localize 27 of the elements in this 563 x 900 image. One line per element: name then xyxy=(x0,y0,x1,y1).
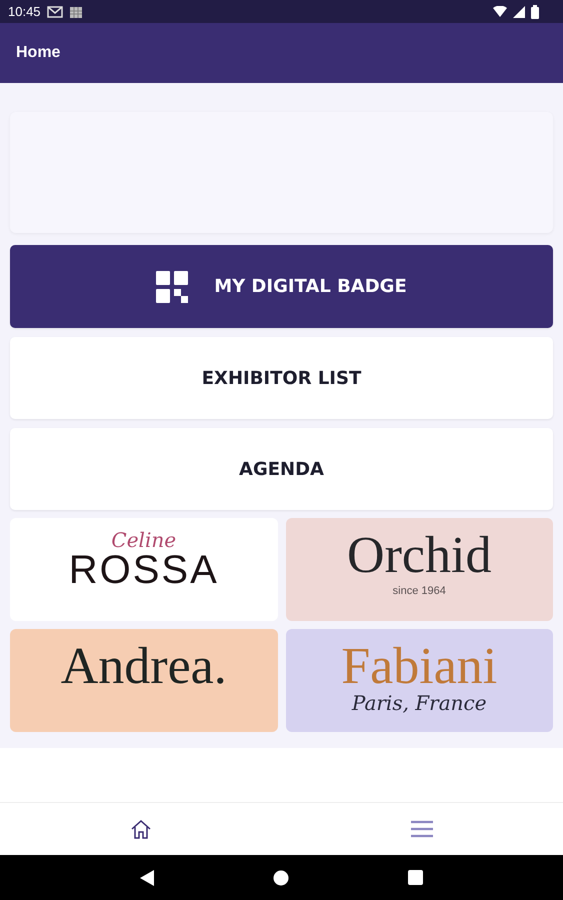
logo-text: Paris, France xyxy=(352,693,487,713)
home-button-icon[interactable] xyxy=(272,870,289,886)
logo-text: Celine xyxy=(111,530,176,550)
logo-text: ROSSA xyxy=(68,550,219,590)
menu-button[interactable]: AGENDA xyxy=(10,428,553,510)
back-icon[interactable] xyxy=(140,870,154,886)
menu-button[interactable]: MY DIGITAL BADGE xyxy=(10,245,553,328)
calendar-icon xyxy=(68,4,83,18)
menu-icon[interactable] xyxy=(410,820,434,838)
app-bar-title: Home xyxy=(16,44,60,62)
recents-icon[interactable] xyxy=(408,870,424,885)
wifi-icon xyxy=(493,6,507,18)
logo-text: since 1964 xyxy=(392,586,446,597)
menu-button[interactable]: EXHIBITOR LIST xyxy=(10,337,553,419)
sponsor-logo[interactable]: Celine ROSSA xyxy=(10,518,278,621)
clock: 10:45 xyxy=(8,4,41,19)
battery-icon xyxy=(531,4,539,18)
sponsor-logo[interactable]: Fabiani Paris, France xyxy=(286,629,553,732)
sponsor-logo[interactable]: Orchid since 1964 xyxy=(286,518,553,621)
logo-text: Orchid xyxy=(347,530,492,582)
mail-icon xyxy=(46,6,63,18)
signal-icon xyxy=(513,6,525,18)
home-icon[interactable] xyxy=(130,819,152,839)
badge-icon xyxy=(156,270,188,302)
sponsor-logo[interactable]: Andrea. xyxy=(10,629,278,732)
logo-text: Fabiani xyxy=(341,641,498,693)
logo-text: Andrea. xyxy=(60,641,227,693)
